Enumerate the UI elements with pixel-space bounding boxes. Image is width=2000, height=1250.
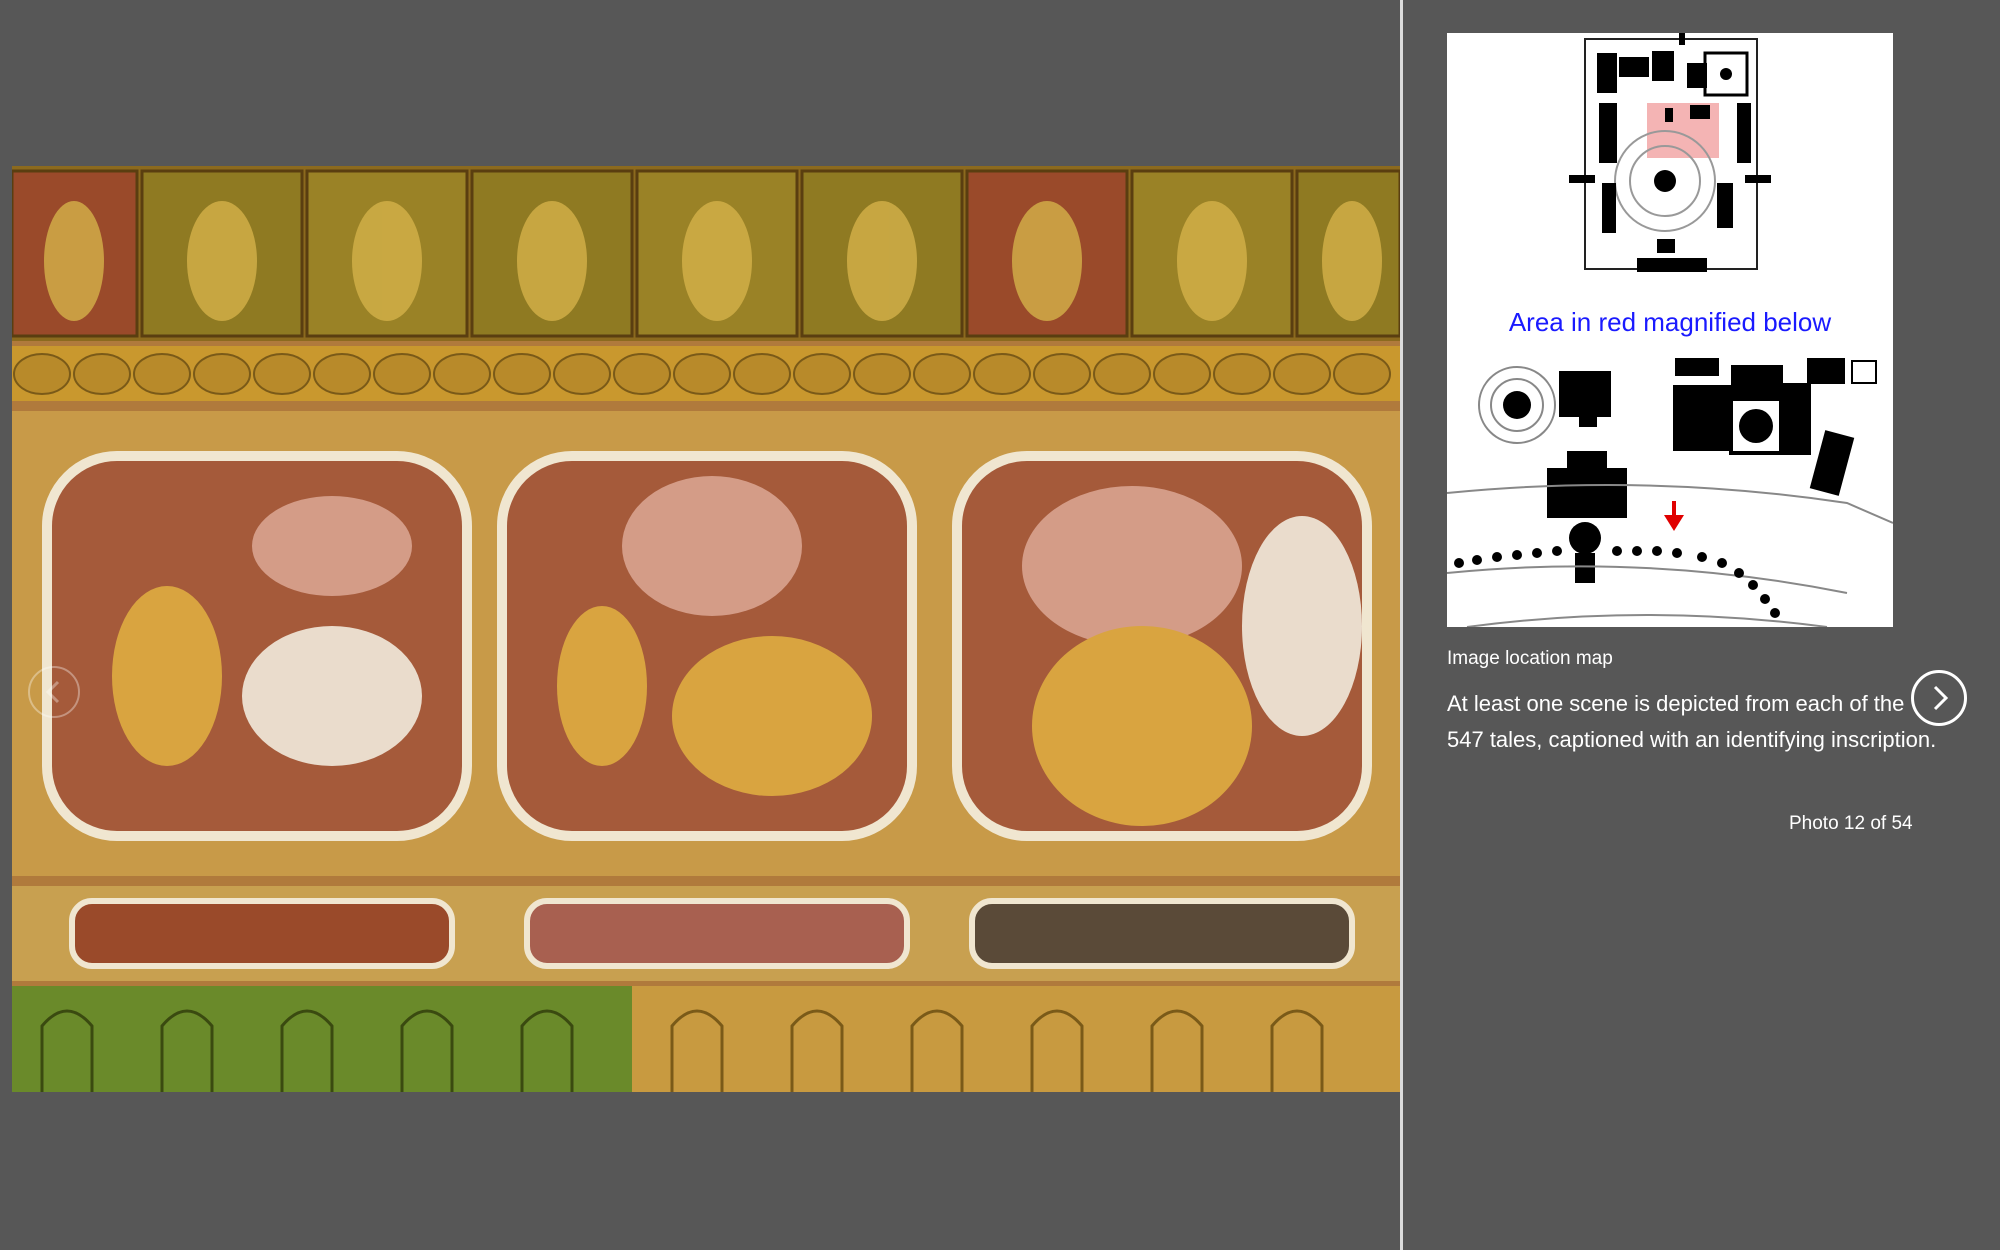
info-sidebar: Area in red magnified below Image locati… [1403,0,2000,1250]
photo-viewer [0,0,1400,1250]
map-caption: Image location map [1447,648,1613,669]
chevron-left-icon [45,680,60,704]
location-map: Area in red magnified below [1447,33,1893,627]
previous-photo-button[interactable] [28,666,80,718]
location-arrow [1664,515,1684,531]
photo-counter: Photo 12 of 54 [1789,813,1913,834]
chevron-right-icon [1933,685,1949,711]
map-heading: Area in red magnified below [1509,307,1832,337]
photo-description: At least one scene is depicted from each… [1447,691,1937,752]
next-photo-button[interactable] [1911,670,1967,726]
main-photo [12,166,1400,1092]
